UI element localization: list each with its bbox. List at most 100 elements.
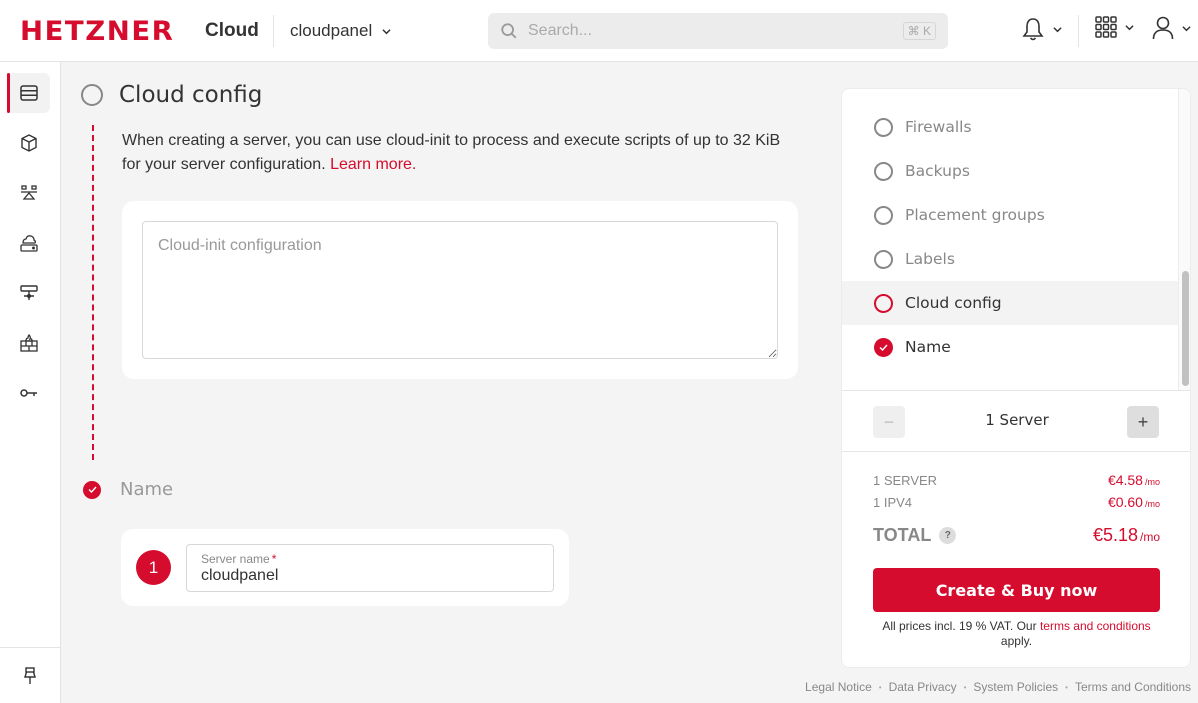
load-balancer-icon	[20, 185, 37, 200]
order-summary-panel: Firewalls Backups Placement groups Label…	[841, 88, 1191, 668]
total-value: €5.18/mo	[1092, 525, 1160, 545]
create-and-buy-button[interactable]: Create & Buy now	[873, 568, 1160, 612]
apps-grid-icon	[1095, 16, 1117, 38]
cloud-config-step-header[interactable]: Cloud config	[81, 82, 262, 108]
cloud-config-title: Cloud config	[119, 82, 263, 108]
sidebar-item-servers[interactable]	[7, 73, 50, 113]
product-name: Cloud	[205, 20, 259, 41]
sidebar-item-storage[interactable]	[7, 223, 50, 263]
user-icon	[1152, 16, 1174, 40]
nav-label: Backups	[905, 162, 970, 180]
price-label: 1 IPV4	[873, 495, 913, 510]
cloud-init-textarea[interactable]	[142, 221, 778, 359]
price-value: €4.58/mo	[1107, 472, 1160, 488]
search-input[interactable]	[528, 22, 903, 40]
search-icon	[501, 23, 517, 39]
server-icon	[19, 85, 38, 101]
search-shortcut: ⌘ K	[902, 22, 936, 40]
scrollbar-thumb[interactable]	[1182, 271, 1189, 386]
separator: •	[878, 682, 882, 692]
separator: •	[963, 682, 967, 692]
name-title: Name	[120, 479, 174, 500]
nav-label: Cloud config	[905, 294, 1002, 312]
apps-menu-button[interactable]	[1095, 16, 1134, 38]
nav-item-backups[interactable]: Backups	[842, 149, 1178, 193]
sidebar	[0, 62, 61, 703]
cloud-storage-icon	[19, 235, 38, 252]
footer-data-privacy[interactable]: Data Privacy	[889, 680, 957, 694]
header-divider	[273, 15, 274, 47]
key-icon	[19, 389, 37, 397]
sidebar-item-volumes[interactable]	[7, 123, 50, 163]
step-status-empty-icon	[81, 84, 103, 106]
footer-legal-notice[interactable]: Legal Notice	[805, 680, 872, 694]
sidebar-item-security[interactable]	[7, 373, 50, 413]
vat-notice: All prices incl. 19 % VAT. Our terms and…	[882, 619, 1151, 648]
separator: •	[1065, 682, 1068, 692]
chevron-down-icon	[1053, 26, 1062, 32]
notifications-button[interactable]	[1021, 16, 1062, 42]
nav-label: Labels	[905, 250, 955, 268]
user-menu-button[interactable]	[1152, 16, 1191, 40]
server-quantity-stepper: − 1 Server +	[842, 390, 1190, 452]
terms-link[interactable]: terms and conditions	[1040, 619, 1151, 633]
project-selector[interactable]: cloudpanel	[290, 21, 391, 41]
nav-item-firewalls[interactable]: Firewalls	[842, 105, 1178, 149]
nav-label: Name	[905, 338, 951, 356]
nav-item-placement-groups[interactable]: Placement groups	[842, 193, 1178, 237]
cube-icon	[20, 134, 37, 152]
network-icon	[19, 285, 38, 300]
step-status-check-icon	[874, 337, 893, 357]
top-bar: HETZNER Cloud cloudpanel ⌘ K	[0, 0, 1198, 62]
price-row-server: 1 SERVER €4.58/mo	[873, 472, 1160, 488]
price-label: 1 SERVER	[873, 473, 938, 488]
server-name-input[interactable]	[201, 567, 539, 585]
name-card: 1 Server name *	[121, 529, 569, 606]
nav-scrollbar[interactable]	[1178, 89, 1190, 390]
learn-more-link[interactable]: Learn more.	[330, 156, 416, 173]
sidebar-item-firewalls[interactable]	[7, 323, 50, 363]
pin-icon	[24, 666, 36, 684]
bell-icon	[1022, 18, 1044, 41]
nav-label: Placement groups	[905, 206, 1045, 224]
nav-item-cloud-config[interactable]: Cloud config	[842, 281, 1178, 325]
step-status-empty-icon	[874, 117, 893, 137]
project-name: cloudpanel	[290, 21, 373, 40]
step-status-empty-icon	[874, 161, 893, 181]
price-value: €0.60/mo	[1107, 494, 1160, 510]
step-navigation: Firewalls Backups Placement groups Label…	[842, 89, 1178, 390]
chevron-down-icon	[1182, 25, 1191, 31]
header-divider	[1078, 15, 1079, 47]
cloud-config-description: When creating a server, you can use clou…	[122, 129, 792, 177]
footer-terms[interactable]: Terms and Conditions	[1075, 680, 1191, 694]
description-text: When creating a server, you can use clou…	[122, 132, 781, 173]
sidebar-item-load-balancers[interactable]	[7, 173, 50, 213]
price-row-ipv4: 1 IPV4 €0.60/mo	[873, 494, 1160, 510]
nav-label: Firewalls	[905, 118, 972, 136]
chevron-down-icon	[1125, 24, 1134, 30]
step-status-check-icon	[83, 480, 101, 499]
search-bar[interactable]: ⌘ K	[488, 13, 948, 49]
server-name-field[interactable]: Server name *	[186, 544, 554, 592]
hetzner-logo[interactable]: HETZNER	[20, 18, 174, 45]
server-index-badge: 1	[136, 550, 171, 585]
chevron-down-icon	[382, 28, 391, 34]
increase-quantity-button[interactable]: +	[1127, 406, 1159, 438]
server-name-label: Server name *	[201, 552, 277, 566]
total-label: TOTAL ?	[873, 525, 957, 546]
nav-item-labels[interactable]: Labels	[842, 237, 1178, 281]
firewall-icon	[19, 334, 38, 352]
sidebar-item-networks[interactable]	[7, 273, 50, 313]
total-row: TOTAL ? €5.18/mo	[873, 525, 1160, 546]
pin-sidebar-button[interactable]	[0, 647, 60, 703]
step-status-current-icon	[874, 293, 893, 313]
step-status-empty-icon	[874, 205, 893, 225]
name-step-header[interactable]: Name	[83, 479, 173, 500]
step-status-empty-icon	[874, 249, 893, 269]
nav-item-name[interactable]: Name	[842, 325, 1178, 369]
cloud-config-card	[122, 201, 798, 379]
footer-system-policies[interactable]: System Policies	[973, 680, 1058, 694]
footer: Legal Notice • Data Privacy • System Pol…	[805, 680, 1191, 694]
help-icon[interactable]: ?	[939, 527, 957, 544]
step-connector	[92, 125, 94, 460]
